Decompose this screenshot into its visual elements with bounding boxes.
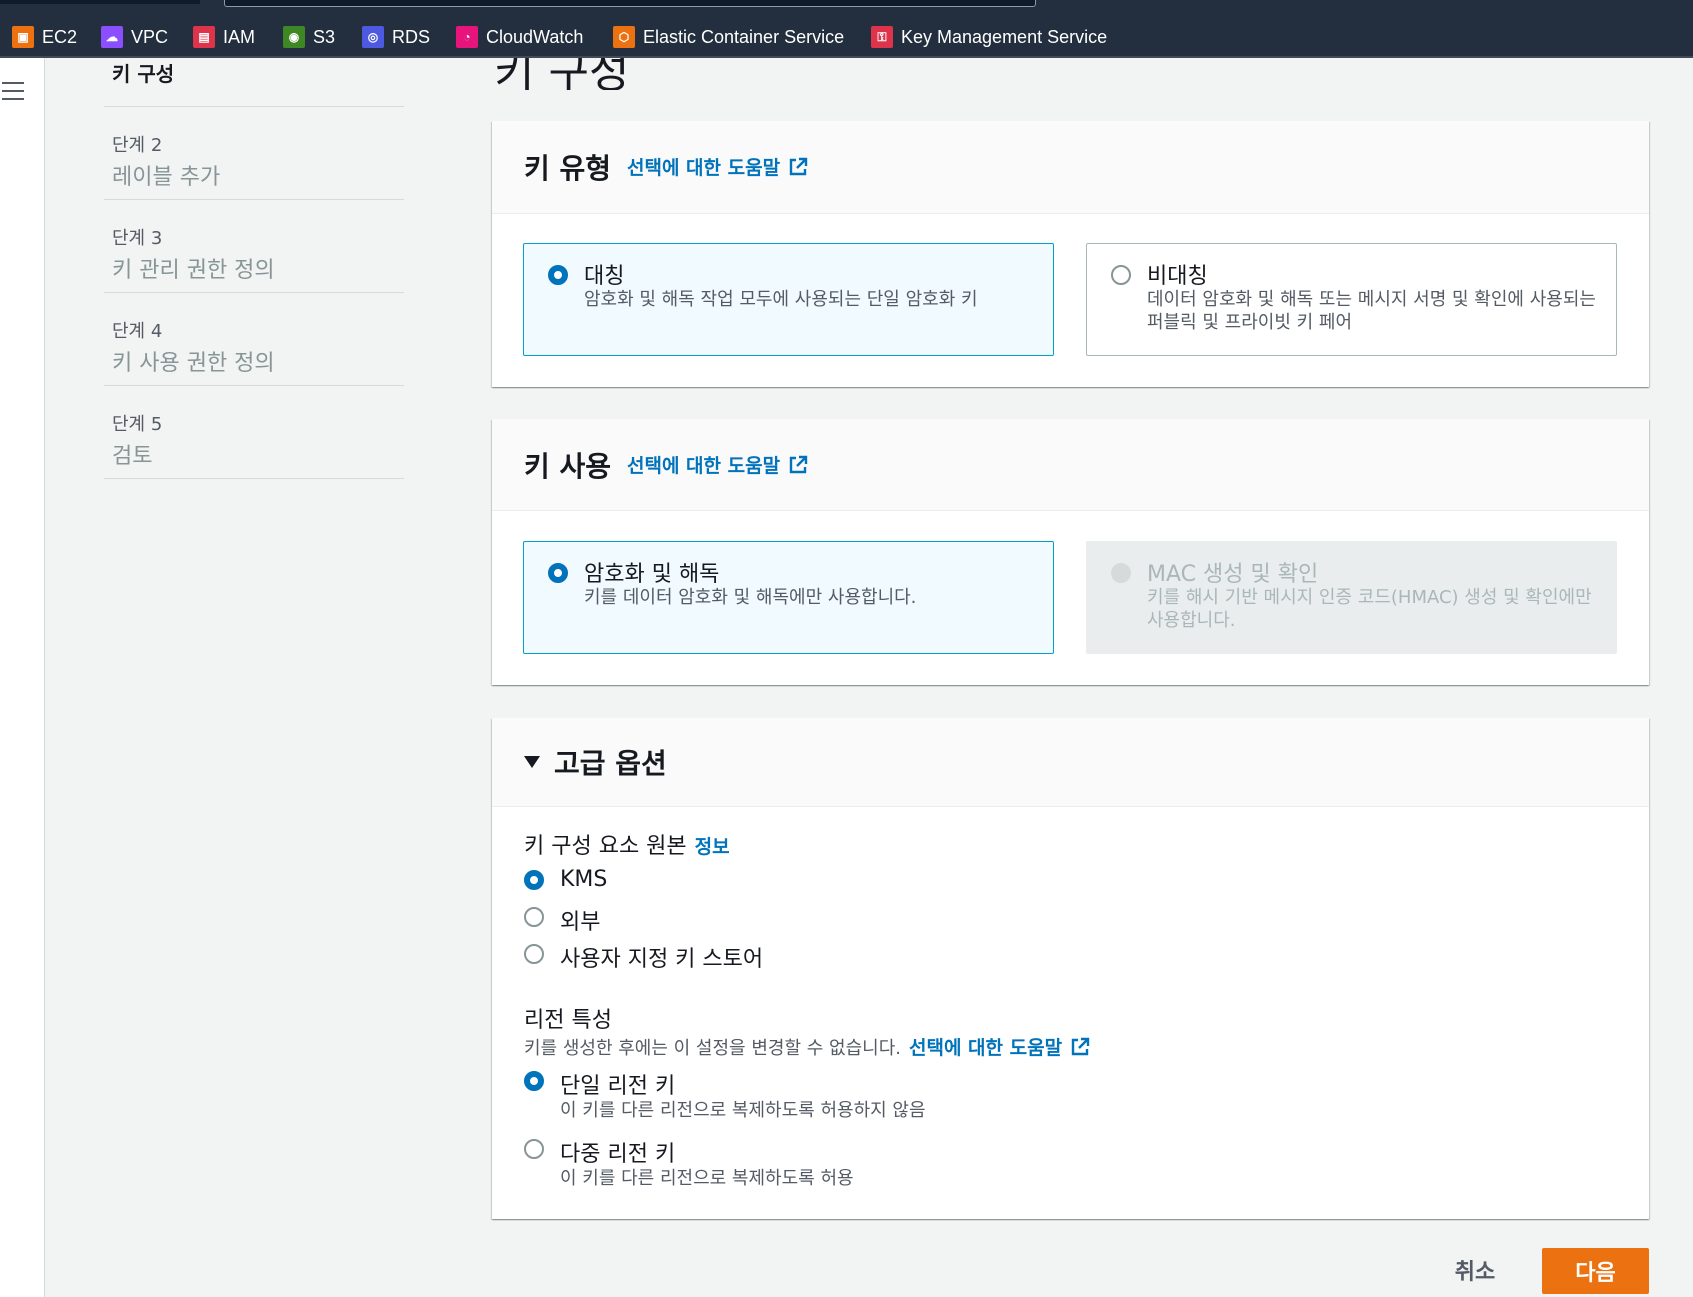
option-label: KMS xyxy=(560,867,608,892)
kms-radio[interactable] xyxy=(524,870,544,890)
symmetric-radio[interactable] xyxy=(548,265,568,285)
key-type-heading: 키 유형 xyxy=(524,152,612,185)
step-label: 키 관리 권한 정의 xyxy=(112,258,275,283)
favorite-rds[interactable]: ◎ RDS xyxy=(362,24,430,50)
external-link-icon xyxy=(1071,1037,1090,1055)
key-usage-panel: 키 사용 선택에 대한 도움말 암호화 및 해독 키를 데이터 암호화 및 해독… xyxy=(492,419,1649,685)
key-usage-encrypt-tile[interactable]: 암호화 및 해독 키를 데이터 암호화 및 해독에만 사용합니다. xyxy=(523,541,1054,654)
panel-header: 고급 옵션 xyxy=(492,718,1649,807)
tile-description: 암호화 및 해독 작업 모두에 사용되는 단일 암호화 키 xyxy=(584,289,978,310)
key-type-symmetric-tile[interactable]: 대칭 암호화 및 해독 작업 모두에 사용되는 단일 암호화 키 xyxy=(523,243,1054,356)
expand-caret-icon[interactable] xyxy=(524,756,540,768)
rds-icon: ◎ xyxy=(362,26,384,48)
step-number: 단계 3 xyxy=(112,228,163,249)
page-title-clip: 키 구성 xyxy=(490,58,690,90)
favorites-bar: ▣ EC2 ☁ VPC ▤ IAM ◉ S3 ◎ RDS ◔ CloudWatc… xyxy=(0,0,1693,58)
external-link-icon xyxy=(789,157,808,175)
step-label: 검토 xyxy=(112,444,153,469)
key-usage-help-link[interactable]: 선택에 대한 도움말 xyxy=(627,451,808,478)
search-box[interactable] xyxy=(224,0,1036,7)
tile-title: 대칭 xyxy=(584,264,625,289)
single-region-radio[interactable] xyxy=(524,1071,544,1091)
cancel-button[interactable]: 취소 xyxy=(1430,1248,1520,1292)
advanced-options-panel: 고급 옵션 키 구성 요소 원본 정보 KMS 외부 사용자 지정 키 스토어 리… xyxy=(492,718,1649,1219)
option-label: 사용자 지정 키 스토어 xyxy=(560,947,764,972)
step-number: 단계 4 xyxy=(112,321,163,342)
custom-store-radio[interactable] xyxy=(524,944,544,964)
favorite-label: Elastic Container Service xyxy=(643,26,845,47)
favorite-label: CloudWatch xyxy=(486,26,584,47)
left-rail xyxy=(0,58,45,1297)
page-title: 키 구성 xyxy=(494,58,630,90)
step-4: 단계 4 키 사용 권한 정의 xyxy=(104,293,404,386)
current-step-label: 키 구성 xyxy=(112,62,175,86)
wizard-steps: 키 구성 단계 2 레이블 추가 단계 3 키 관리 권한 정의 단계 4 키 … xyxy=(104,58,404,479)
ecs-icon: ⬡ xyxy=(613,26,635,48)
cloudwatch-icon: ◔ xyxy=(456,26,478,48)
step-number: 단계 5 xyxy=(112,414,163,435)
origin-label: 키 구성 요소 원본 xyxy=(524,834,687,859)
iam-icon: ▤ xyxy=(193,26,215,48)
option-description: 이 키를 다른 리전으로 복제하도록 허용 xyxy=(560,1168,854,1189)
step-label: 레이블 추가 xyxy=(112,165,221,190)
regionality-label: 리전 특성 xyxy=(524,1008,612,1033)
origin-label-row: 키 구성 요소 원본 정보 xyxy=(524,828,730,860)
menu-icon[interactable] xyxy=(2,82,24,100)
tile-description: 데이터 암호화 및 해독 또는 메시지 서명 및 확인에 사용되는 퍼블릭 및 … xyxy=(1147,289,1596,333)
mac-radio xyxy=(1111,563,1131,583)
tile-title: 비대칭 xyxy=(1147,264,1208,289)
step-number: 단계 2 xyxy=(112,135,163,156)
favorite-ec2[interactable]: ▣ EC2 xyxy=(12,24,77,50)
favorite-vpc[interactable]: ☁ VPC xyxy=(101,24,168,50)
step-2: 단계 2 레이블 추가 xyxy=(104,107,404,200)
favorite-iam[interactable]: ▤ IAM xyxy=(193,24,255,50)
help-link-text: 선택에 대한 도움말 xyxy=(908,1037,1063,1059)
key-type-help-link[interactable]: 선택에 대한 도움말 xyxy=(627,153,808,180)
panel-header: 키 유형 선택에 대한 도움말 xyxy=(492,121,1649,214)
favorite-cloudwatch[interactable]: ◔ CloudWatch xyxy=(456,24,583,50)
help-link-text: 선택에 대한 도움말 xyxy=(627,455,781,477)
tile-title: 암호화 및 해독 xyxy=(584,562,720,587)
option-label: 외부 xyxy=(560,910,601,935)
help-link-text: 선택에 대한 도움말 xyxy=(627,157,781,179)
favorite-label: IAM xyxy=(223,26,256,47)
external-link-icon xyxy=(789,455,808,473)
favorite-label: RDS xyxy=(392,26,431,47)
external-radio[interactable] xyxy=(524,907,544,927)
kms-icon: ⚿ xyxy=(871,26,893,48)
step-5: 단계 5 검토 xyxy=(104,386,404,479)
nav-corner xyxy=(0,0,200,4)
advanced-heading[interactable]: 고급 옵션 xyxy=(554,742,667,782)
favorite-s3[interactable]: ◉ S3 xyxy=(283,24,335,50)
regionality-description: 키를 생성한 후에는 이 설정을 변경할 수 없습니다. xyxy=(524,1037,901,1059)
tile-description: 키를 해시 기반 메시지 인증 코드(HMAC) 생성 및 확인에만 사용합니다… xyxy=(1147,587,1592,631)
favorite-label: Key Management Service xyxy=(901,26,1108,47)
tile-title: MAC 생성 및 확인 xyxy=(1147,562,1319,587)
asymmetric-radio[interactable] xyxy=(1111,265,1131,285)
step-label: 키 사용 권한 정의 xyxy=(112,351,275,376)
origin-info-link[interactable]: 정보 xyxy=(695,836,730,858)
key-type-asymmetric-tile[interactable]: 비대칭 데이터 암호화 및 해독 또는 메시지 서명 및 확인에 사용되는 퍼블… xyxy=(1086,243,1617,356)
favorite-label: VPC xyxy=(131,26,169,47)
multi-region-radio[interactable] xyxy=(524,1139,544,1159)
favorite-kms[interactable]: ⚿ Key Management Service xyxy=(871,24,1107,50)
next-button[interactable]: 다음 xyxy=(1542,1248,1649,1294)
vpc-icon: ☁ xyxy=(101,26,123,48)
favorite-label: S3 xyxy=(313,26,336,47)
option-description: 이 키를 다른 리전으로 복제하도록 허용하지 않음 xyxy=(560,1100,926,1121)
key-type-panel: 키 유형 선택에 대한 도움말 대칭 암호화 및 해독 작업 모두에 사용되는 … xyxy=(492,121,1649,387)
regionality-description-row: 키를 생성한 후에는 이 설정을 변경할 수 없습니다. 선택에 대한 도움말 xyxy=(524,1033,1090,1060)
panel-header: 키 사용 선택에 대한 도움말 xyxy=(492,419,1649,511)
s3-icon: ◉ xyxy=(283,26,305,48)
step-3: 단계 3 키 관리 권한 정의 xyxy=(104,200,404,293)
regionality-help-link[interactable]: 선택에 대한 도움말 xyxy=(909,1033,1090,1060)
key-usage-heading: 키 사용 xyxy=(524,450,612,483)
step-current: 키 구성 xyxy=(104,58,404,107)
favorite-ecs[interactable]: ⬡ Elastic Container Service xyxy=(613,24,844,50)
key-usage-mac-tile: MAC 생성 및 확인 키를 해시 기반 메시지 인증 코드(HMAC) 생성 … xyxy=(1086,541,1617,654)
encrypt-decrypt-radio[interactable] xyxy=(548,563,568,583)
favorite-label: EC2 xyxy=(42,26,78,47)
ec2-icon: ▣ xyxy=(12,26,34,48)
tile-description: 키를 데이터 암호화 및 해독에만 사용합니다. xyxy=(584,587,917,608)
